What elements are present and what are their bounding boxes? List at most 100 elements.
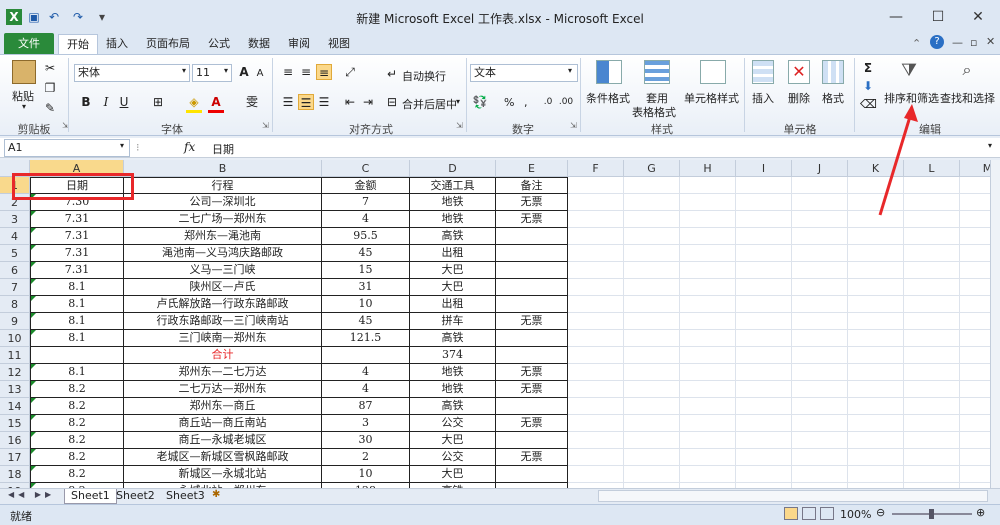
row-header[interactable]: 4	[0, 228, 30, 245]
name-box[interactable]: A1	[4, 139, 130, 157]
delete-cells-icon[interactable]: ✕	[788, 60, 810, 84]
table-cell[interactable]: 8.2	[30, 466, 124, 483]
table-cell[interactable]: 31	[322, 279, 410, 296]
table-header-cell[interactable]: 金额	[322, 177, 410, 194]
empty-cell[interactable]	[736, 347, 792, 364]
empty-cell[interactable]	[904, 279, 960, 296]
table-cell[interactable]: 公司—深圳北	[124, 194, 322, 211]
empty-cell[interactable]	[680, 194, 736, 211]
cell-styles-icon[interactable]	[700, 60, 726, 84]
column-header[interactable]: B	[124, 160, 322, 177]
tab-file[interactable]: 文件	[4, 33, 54, 54]
conditional-format-button[interactable]: 条件格式	[586, 90, 630, 106]
table-cell[interactable]: 4	[322, 211, 410, 228]
empty-cell[interactable]	[960, 245, 990, 262]
increase-decimal-icon[interactable]: .0	[540, 94, 556, 110]
empty-cell[interactable]	[736, 313, 792, 330]
row-header[interactable]: 12	[0, 364, 30, 381]
cell-styles-button[interactable]: 单元格样式	[684, 90, 739, 106]
table-cell[interactable]: 公交	[410, 415, 496, 432]
format-as-table-icon[interactable]	[644, 60, 670, 84]
sheet-tab-1[interactable]: Sheet1	[64, 489, 117, 504]
empty-cell[interactable]	[680, 330, 736, 347]
table-cell[interactable]: 无票	[496, 415, 568, 432]
table-cell[interactable]	[496, 296, 568, 313]
phonetic-icon[interactable]: 雯	[244, 94, 260, 110]
underline-icon[interactable]: U	[116, 94, 132, 110]
empty-cell[interactable]	[680, 347, 736, 364]
row-header[interactable]: 16	[0, 432, 30, 449]
tab-insert[interactable]: 插入	[98, 34, 136, 54]
empty-cell[interactable]	[792, 364, 848, 381]
tab-view[interactable]: 视图	[320, 34, 358, 54]
table-cell[interactable]: 大巴	[410, 432, 496, 449]
sort-filter-icon[interactable]: ⧩	[898, 60, 920, 84]
table-cell[interactable]	[496, 228, 568, 245]
table-cell[interactable]: 出租	[410, 296, 496, 313]
empty-cell[interactable]	[736, 398, 792, 415]
empty-cell[interactable]	[624, 245, 680, 262]
table-cell[interactable]: 8.1	[30, 313, 124, 330]
tab-page-layout[interactable]: 页面布局	[138, 34, 198, 54]
empty-cell[interactable]	[568, 177, 624, 194]
empty-cell[interactable]	[848, 245, 904, 262]
row-header[interactable]: 3	[0, 211, 30, 228]
empty-cell[interactable]	[624, 415, 680, 432]
empty-cell[interactable]	[624, 347, 680, 364]
table-cell[interactable]	[496, 330, 568, 347]
row-header[interactable]: 8	[0, 296, 30, 313]
table-header-cell[interactable]: 备注	[496, 177, 568, 194]
insert-function-button[interactable]: fx	[184, 140, 195, 154]
empty-cell[interactable]	[736, 245, 792, 262]
format-cells-icon[interactable]	[822, 60, 844, 84]
row-header[interactable]: 10	[0, 330, 30, 347]
table-cell[interactable]	[30, 347, 124, 364]
table-cell[interactable]: 7.31	[30, 245, 124, 262]
format-cells-button[interactable]: 格式	[822, 90, 844, 106]
table-cell[interactable]: 行政东路邮政—三门峡南站	[124, 313, 322, 330]
empty-cell[interactable]	[904, 432, 960, 449]
empty-cell[interactable]	[792, 347, 848, 364]
table-cell[interactable]: 2	[322, 449, 410, 466]
table-cell[interactable]: 10	[322, 296, 410, 313]
column-header[interactable]: I	[736, 160, 792, 177]
help-icon[interactable]: ?	[930, 35, 944, 49]
font-color-icon[interactable]: A	[208, 94, 224, 110]
table-cell[interactable]: 8.2	[30, 415, 124, 432]
empty-cell[interactable]	[792, 177, 848, 194]
empty-cell[interactable]	[680, 415, 736, 432]
table-cell[interactable]: 无票	[496, 211, 568, 228]
table-cell[interactable]: 8.2	[30, 432, 124, 449]
expand-formula-bar-icon[interactable]: ▾	[988, 141, 992, 150]
decrease-indent-icon[interactable]: ⇤	[342, 94, 358, 110]
row-header[interactable]: 11	[0, 347, 30, 364]
empty-cell[interactable]	[624, 279, 680, 296]
find-select-icon[interactable]: ⌕	[956, 60, 978, 84]
grow-font-icon[interactable]: A	[236, 64, 252, 80]
empty-cell[interactable]	[848, 330, 904, 347]
fill-color-icon[interactable]: ◈	[186, 94, 202, 110]
row-header[interactable]: 6	[0, 262, 30, 279]
empty-cell[interactable]	[568, 194, 624, 211]
merge-center-button[interactable]: 合并后居中	[402, 96, 457, 112]
empty-cell[interactable]	[960, 381, 990, 398]
table-cell[interactable]: 8.2	[30, 381, 124, 398]
orientation-icon[interactable]: ⤢	[342, 64, 358, 80]
empty-cell[interactable]	[904, 398, 960, 415]
table-cell[interactable]: 8.1	[30, 364, 124, 381]
empty-cell[interactable]	[568, 211, 624, 228]
table-cell[interactable]: 7.31	[30, 262, 124, 279]
empty-cell[interactable]	[568, 432, 624, 449]
empty-cell[interactable]	[624, 432, 680, 449]
empty-cell[interactable]	[960, 279, 990, 296]
empty-cell[interactable]	[568, 466, 624, 483]
row-header[interactable]: 7	[0, 279, 30, 296]
table-cell[interactable]: 95.5	[322, 228, 410, 245]
empty-cell[interactable]	[624, 381, 680, 398]
table-cell[interactable]: 老城区—新城区雪枫路邮政	[124, 449, 322, 466]
empty-cell[interactable]	[904, 364, 960, 381]
formula-input[interactable]: 日期	[212, 141, 234, 157]
font-size-dropdown-icon[interactable]: ▾	[224, 66, 228, 75]
zoom-out-icon[interactable]: ⊖	[876, 506, 885, 519]
row-header[interactable]: 15	[0, 415, 30, 432]
